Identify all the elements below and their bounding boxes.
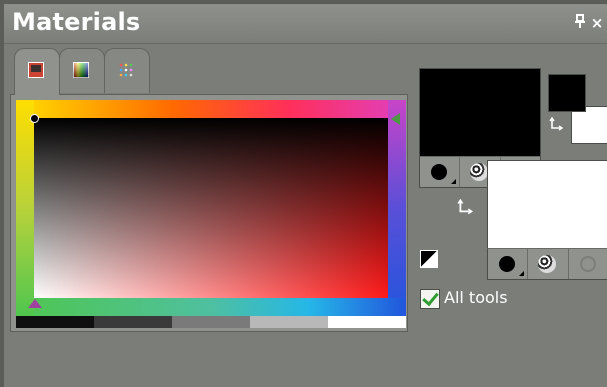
tab-swatches[interactable] [104, 48, 150, 93]
all-tools-checkbox[interactable] [420, 289, 440, 309]
dot-swatches-icon [119, 63, 133, 77]
tab-frame[interactable] [14, 48, 60, 95]
dropdown-arrow-icon [519, 271, 525, 276]
pin-icon[interactable] [572, 14, 588, 32]
title-bar: Materials × [4, 5, 607, 44]
rainbow-swatches-icon [73, 62, 89, 78]
grayscale-strip[interactable] [16, 316, 406, 328]
tab-rainbow[interactable] [59, 48, 105, 93]
frame-swatch-icon [28, 62, 44, 78]
color-style-button[interactable] [420, 157, 461, 187]
background-style-buttons [487, 248, 607, 280]
pin-glyph [575, 14, 585, 28]
all-tools-label: All tools [444, 288, 508, 307]
color-selection-marker[interactable] [30, 114, 39, 123]
gray-swatch[interactable] [94, 316, 172, 328]
texture-icon [538, 255, 557, 273]
close-icon[interactable]: × [589, 14, 605, 32]
transparent-icon [579, 256, 596, 272]
hue-marker-bottom[interactable] [28, 299, 42, 308]
saturation-lightness-box[interactable] [34, 118, 388, 298]
swap-materials-icon[interactable] [457, 199, 475, 217]
solid-color-icon [499, 256, 515, 272]
gray-swatch[interactable] [16, 316, 94, 328]
dropdown-arrow-icon [451, 179, 457, 184]
swap-colors-icon[interactable] [549, 117, 565, 133]
solid-color-icon [431, 164, 447, 180]
transparent-button[interactable] [569, 249, 607, 279]
gray-swatch[interactable] [172, 316, 250, 328]
gray-swatch[interactable] [328, 316, 406, 328]
gray-swatch[interactable] [250, 316, 328, 328]
background-swatch[interactable] [487, 160, 607, 250]
texture-button[interactable] [528, 249, 569, 279]
color-style-button[interactable] [488, 249, 529, 279]
hue-marker-right[interactable] [391, 113, 400, 125]
foreground-swatch[interactable] [419, 68, 541, 158]
texture-icon [470, 163, 489, 181]
palette-title: Materials [12, 8, 141, 36]
reset-colors-icon[interactable] [420, 250, 438, 268]
foreground-color-small[interactable] [548, 74, 586, 112]
